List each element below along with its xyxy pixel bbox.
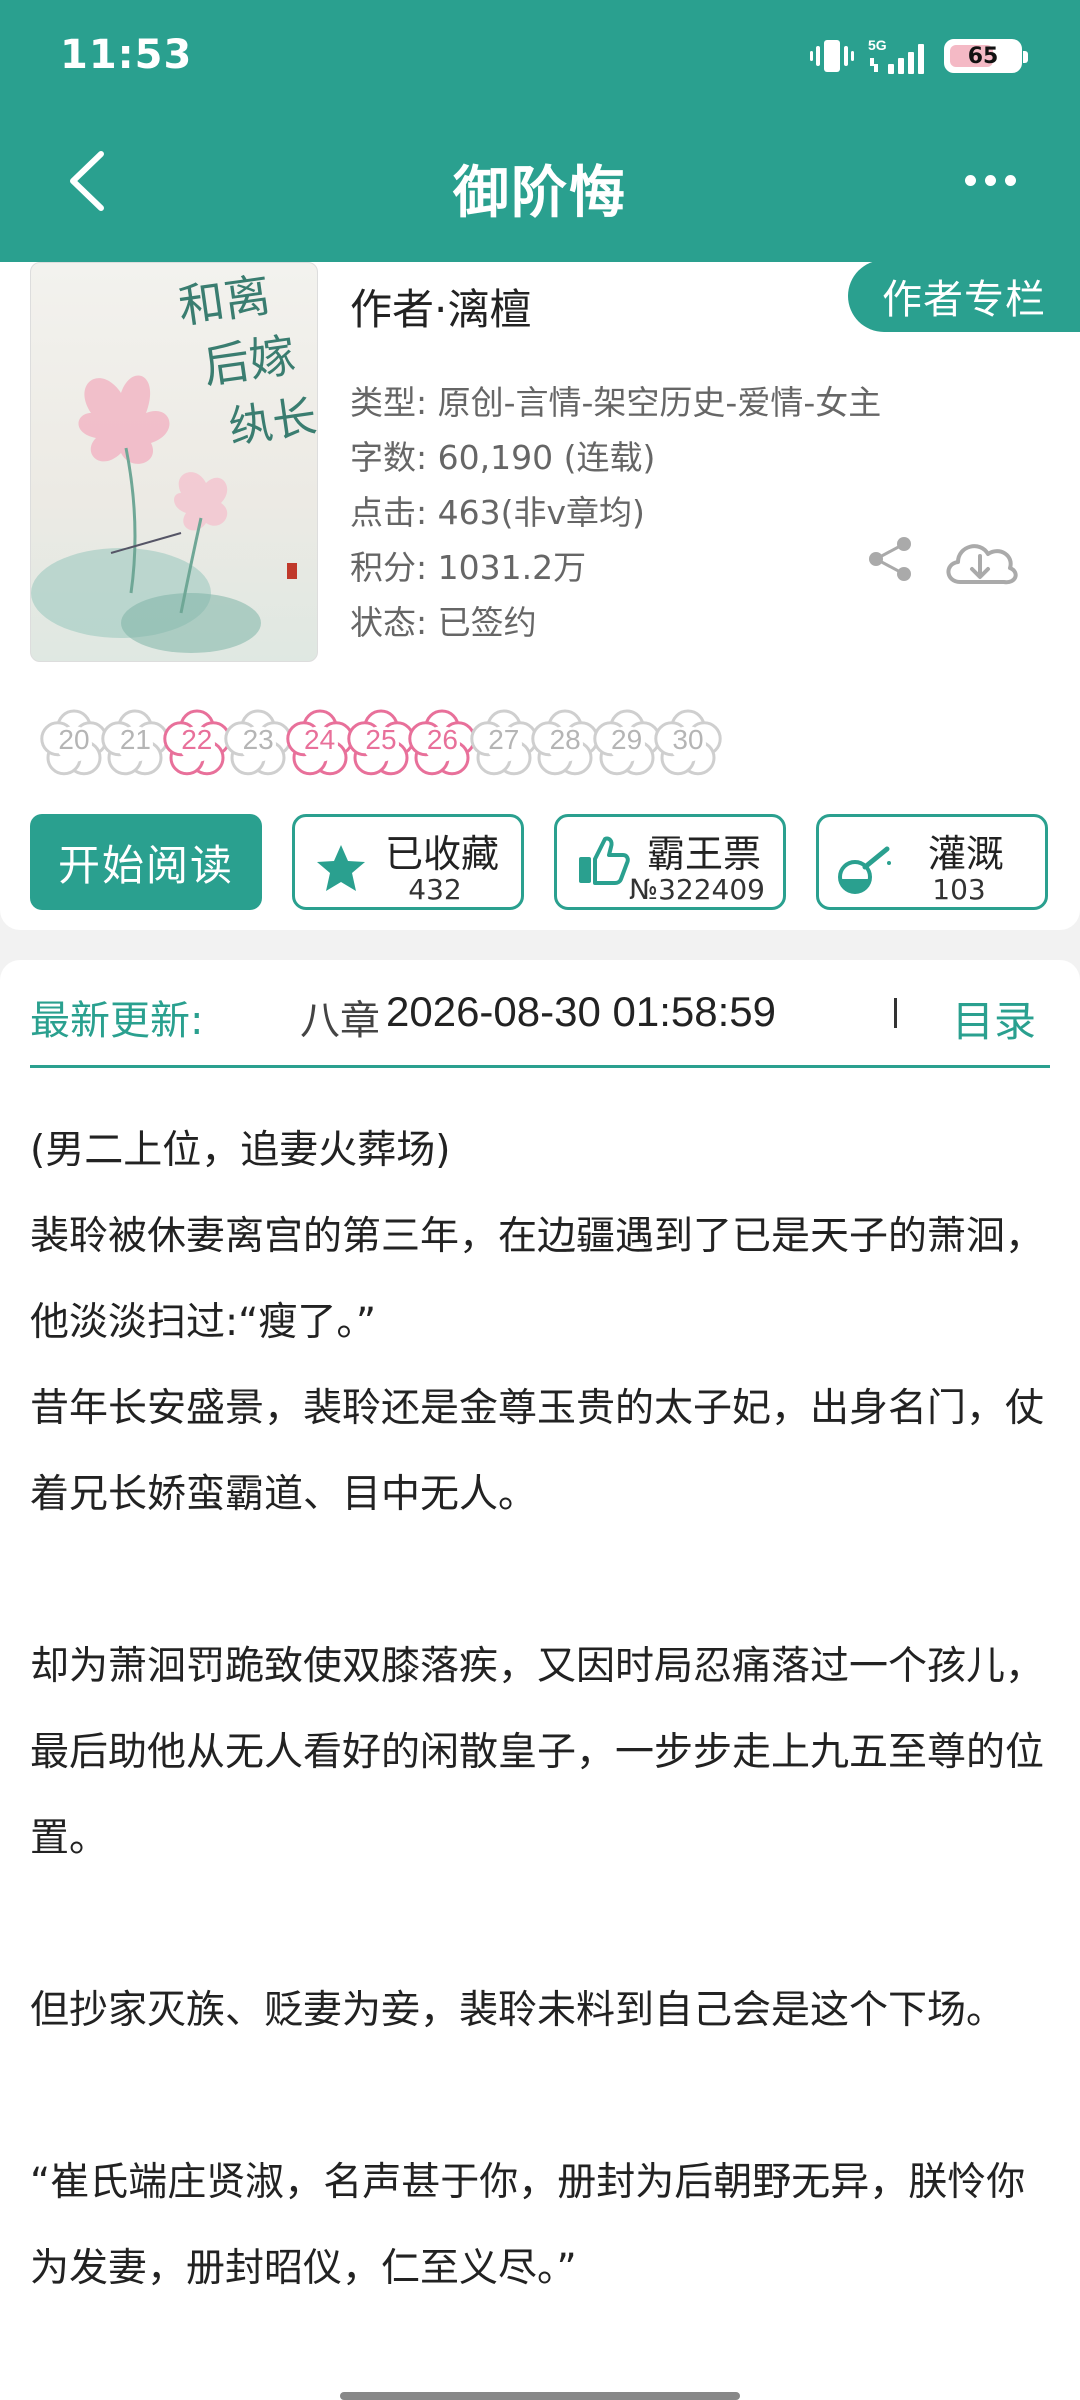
latest-update-label: 最新更新: <box>30 998 204 1044</box>
svg-text:纨长: 纨长 <box>225 391 318 454</box>
latest-update-time: 2026-08-30 01:58:59 <box>386 988 776 1035</box>
vote-count: №322409 <box>628 873 765 906</box>
synopsis-paragraph: 但抄家灭族、贬妻为妾，裴聆未料到自己会是这个下场。 <box>30 1988 1006 2033</box>
vote-label: 霸王票 <box>646 832 761 876</box>
cloud-download-icon[interactable] <box>940 532 1020 592</box>
book-info-card: 和离 后嫁 纨长 作者专栏 作者·漓檀 类型: 原创-言情-架空历史-爱情-女主… <box>0 260 1080 930</box>
favorite-count: 432 <box>408 873 462 906</box>
synopsis-paragraph <box>30 2054 1050 2140</box>
author-column-button[interactable]: 作者专栏 <box>848 260 1080 332</box>
action-buttons: 开始阅读 已收藏 432 霸王票 №322409 灌溉 103 <box>30 814 1050 910</box>
more-dot-icon <box>964 174 976 186</box>
home-indicator[interactable] <box>340 2392 740 2400</box>
synopsis-paragraph: “崔氏端庄贤淑，名声甚于你，册封为后朝野无异，朕怜你为发妻，册封昭仪，仁至义尽。… <box>30 2160 1026 2291</box>
status-time: 11:53 <box>60 32 193 78</box>
nav-bar: 御阶悔 <box>0 118 1080 262</box>
synopsis-paragraph <box>30 1538 1050 1624</box>
latest-chapter-title[interactable]: 八章 <box>270 988 380 1046</box>
author-name[interactable]: 作者·漓檀 <box>350 276 531 337</box>
battery-level: 65 <box>967 43 999 69</box>
synopsis-paragraph: (男二上位，追妻火葬场) <box>30 1128 451 1173</box>
status-icons: 5G 65 <box>810 36 1028 76</box>
table-of-contents-link[interactable]: 目录 <box>952 988 1036 1049</box>
nutrient-button[interactable]: 灌溉 103 <box>816 814 1048 910</box>
favorite-button[interactable]: 已收藏 432 <box>292 814 524 910</box>
update-card: 最新更新: 八章 2026-08-30 01:58:59 目录 (男二上位，追妻… <box>0 960 1080 2400</box>
status-bar: 11:53 5G 65 <box>0 0 1080 118</box>
more-options-button[interactable] <box>950 150 1030 210</box>
book-genre: 类型: 原创-言情-架空历史-爱情-女主 <box>350 383 882 422</box>
app-header: 11:53 5G 65 御阶悔 <box>0 0 1080 262</box>
favorite-label: 已收藏 <box>384 832 499 876</box>
nutrient-label: 灌溉 <box>927 832 1004 876</box>
divider <box>894 998 897 1028</box>
share-icon[interactable] <box>866 534 916 584</box>
synopsis-paragraph: 昔年长安盛景，裴聆还是金尊玉贵的太子妃，出身名门，仗着兄长娇蛮霸道、目中无人。 <box>30 1386 1045 1517</box>
page-title: 御阶悔 <box>453 161 627 226</box>
flower-rating-row: 20 21 22 23 24 25 26 27 28 29 30 <box>34 702 1064 786</box>
cover-illustration: 和离 后嫁 纨长 <box>31 268 318 653</box>
synopsis-paragraph <box>30 1882 1050 1968</box>
more-dot-icon <box>984 174 996 186</box>
book-status: 状态: 已签约 <box>350 603 537 642</box>
book-word-count: 字数: 60,190 (连载) <box>350 438 656 477</box>
flower-badge: 30 <box>648 702 728 782</box>
book-cover[interactable]: 和离 后嫁 纨长 <box>30 262 318 662</box>
synopsis-paragraph: 却为萧洄罚跪致使双膝落疾，又因时局忍痛落过一个孩儿，最后助他从无人看好的闲散皇子… <box>30 1644 1045 1861</box>
book-score: 积分: 1031.2万 <box>350 548 587 587</box>
svg-text:和离: 和离 <box>175 268 274 334</box>
nutrient-count: 103 <box>932 873 986 906</box>
vibrate-icon <box>810 36 854 76</box>
synopsis-paragraph: 裴聆被休妻离宫的第三年，在边疆遇到了已是天子的萧洄，他淡淡扫过:“瘦了。” <box>30 1214 1045 1345</box>
svg-text:5G: 5G <box>868 37 887 53</box>
more-dot-icon <box>1004 174 1016 186</box>
flower-number: 30 <box>672 724 704 755</box>
book-clicks: 点击: 463(非v章均) <box>350 493 645 532</box>
svg-text:后嫁: 后嫁 <box>200 328 299 394</box>
signal-5g-icon: 5G <box>868 36 930 76</box>
latest-update-row[interactable]: 最新更新: 八章 2026-08-30 01:58:59 目录 <box>30 960 1050 1068</box>
battery-icon: 65 <box>944 39 1028 73</box>
vote-button[interactable]: 霸王票 №322409 <box>554 814 786 910</box>
book-synopsis: (男二上位，追妻火葬场) 裴聆被休妻离宫的第三年，在边疆遇到了已是天子的萧洄，他淡… <box>30 1108 1050 2312</box>
start-reading-button[interactable]: 开始阅读 <box>30 814 262 910</box>
